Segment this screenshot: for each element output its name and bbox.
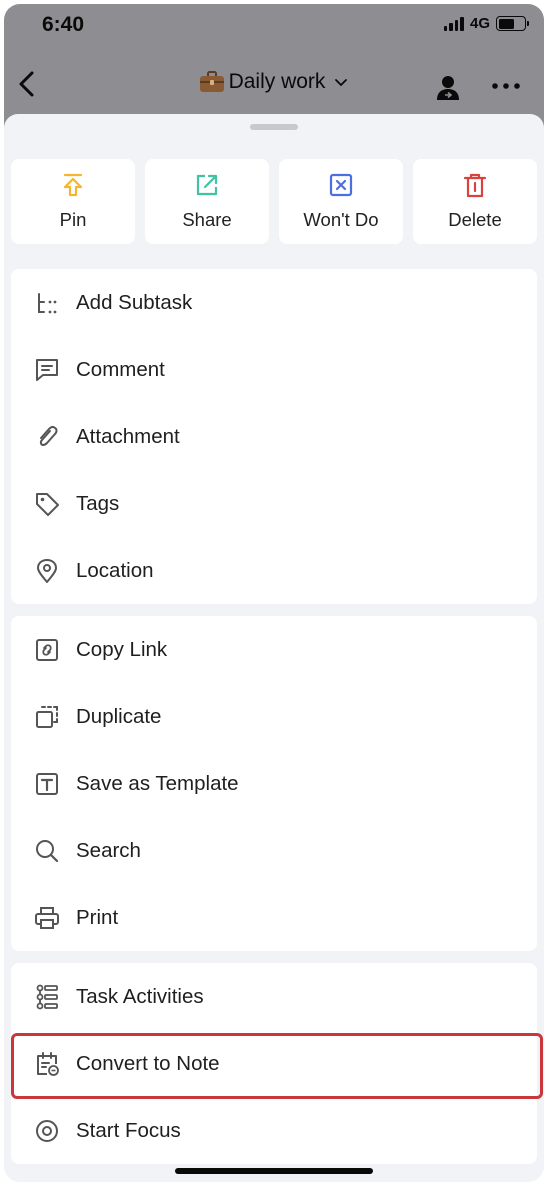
home-indicator (175, 1168, 373, 1174)
link-icon (36, 638, 58, 661)
print-label: Print (76, 905, 119, 929)
task-activities-item[interactable]: Task Activities (11, 963, 537, 1030)
status-bar: 6:40 4G (4, 4, 544, 48)
wont-do-label: Won't Do (303, 209, 379, 230)
status-indicators: 4G (443, 15, 529, 32)
delete-label: Delete (448, 209, 502, 230)
share-label: Share (182, 209, 232, 230)
list-title: Daily work (228, 70, 326, 93)
delete-icon (463, 173, 487, 198)
chevron-down-icon (335, 79, 348, 86)
wont-do-icon (329, 173, 353, 197)
search-icon (36, 839, 59, 862)
duplicate-label: Duplicate (76, 704, 162, 728)
start-focus-label: Start Focus (76, 1118, 181, 1142)
focus-icon (36, 1119, 58, 1142)
save-as-template-item[interactable]: Save as Template (11, 750, 537, 817)
attachment-icon (39, 425, 58, 446)
signal-icon (443, 16, 464, 31)
template-icon (36, 772, 58, 795)
menu-group-task: Add Subtask Comment Attachment Tags Loca… (11, 269, 537, 604)
status-time: 6:40 (42, 13, 85, 36)
location-label: Location (76, 558, 154, 582)
pin-label: Pin (59, 209, 87, 230)
list-title-button[interactable]: Daily work (4, 70, 544, 94)
copy-link-item[interactable]: Copy Link (11, 616, 537, 683)
action-sheet: Pin Share Won't Do Delete Add Subtask Co… (4, 114, 544, 1182)
battery-icon (496, 16, 529, 31)
attachment-item[interactable]: Attachment (11, 403, 537, 470)
share-button[interactable]: Share (145, 159, 269, 244)
attachment-label: Attachment (76, 424, 180, 448)
print-icon (35, 906, 59, 929)
activities-icon (36, 984, 58, 1009)
sheet-grabber[interactable] (250, 124, 298, 130)
save-as-template-label: Save as Template (76, 771, 239, 795)
location-item[interactable]: Location (11, 537, 537, 604)
task-activities-label: Task Activities (76, 984, 204, 1008)
tags-label: Tags (76, 491, 120, 515)
tag-icon (36, 492, 59, 516)
search-label: Search (76, 838, 141, 862)
duplicate-icon (36, 705, 58, 728)
navigation-bar: Daily work (4, 62, 544, 106)
quick-actions: Pin Share Won't Do Delete (11, 159, 537, 244)
start-focus-item[interactable]: Start Focus (11, 1097, 537, 1164)
add-subtask-item[interactable]: Add Subtask (11, 269, 537, 336)
copy-link-label: Copy Link (76, 637, 168, 661)
convert-to-note-item[interactable]: Convert to Note (11, 1030, 543, 1099)
location-icon (37, 558, 57, 583)
wont-do-button[interactable]: Won't Do (279, 159, 403, 244)
network-type: 4G (469, 15, 490, 32)
more-icon[interactable] (490, 76, 522, 96)
pin-button[interactable]: Pin (11, 159, 135, 244)
menu-group-extra: Task Activities Convert to Note Start Fo… (11, 963, 543, 1164)
print-item[interactable]: Print (11, 884, 537, 951)
subtask-icon (38, 292, 57, 313)
duplicate-item[interactable]: Duplicate (11, 683, 537, 750)
pin-icon (63, 173, 83, 197)
menu-group-more: Copy Link Duplicate Save as Template Sea… (11, 616, 537, 951)
delete-button[interactable]: Delete (413, 159, 537, 244)
comment-item[interactable]: Comment (11, 336, 537, 403)
add-subtask-label: Add Subtask (76, 290, 193, 314)
comment-label: Comment (76, 357, 165, 381)
comment-icon (36, 358, 58, 381)
briefcase-icon (199, 71, 224, 92)
assignee-icon[interactable] (434, 74, 462, 102)
convert-note-icon (37, 1051, 59, 1076)
share-icon (196, 174, 218, 196)
convert-to-note-label: Convert to Note (76, 1051, 220, 1075)
tags-item[interactable]: Tags (11, 470, 537, 537)
phone-screen: 6:40 4G Daily work Pin Share Won't Do De… (4, 4, 544, 1182)
search-item[interactable]: Search (11, 817, 537, 884)
